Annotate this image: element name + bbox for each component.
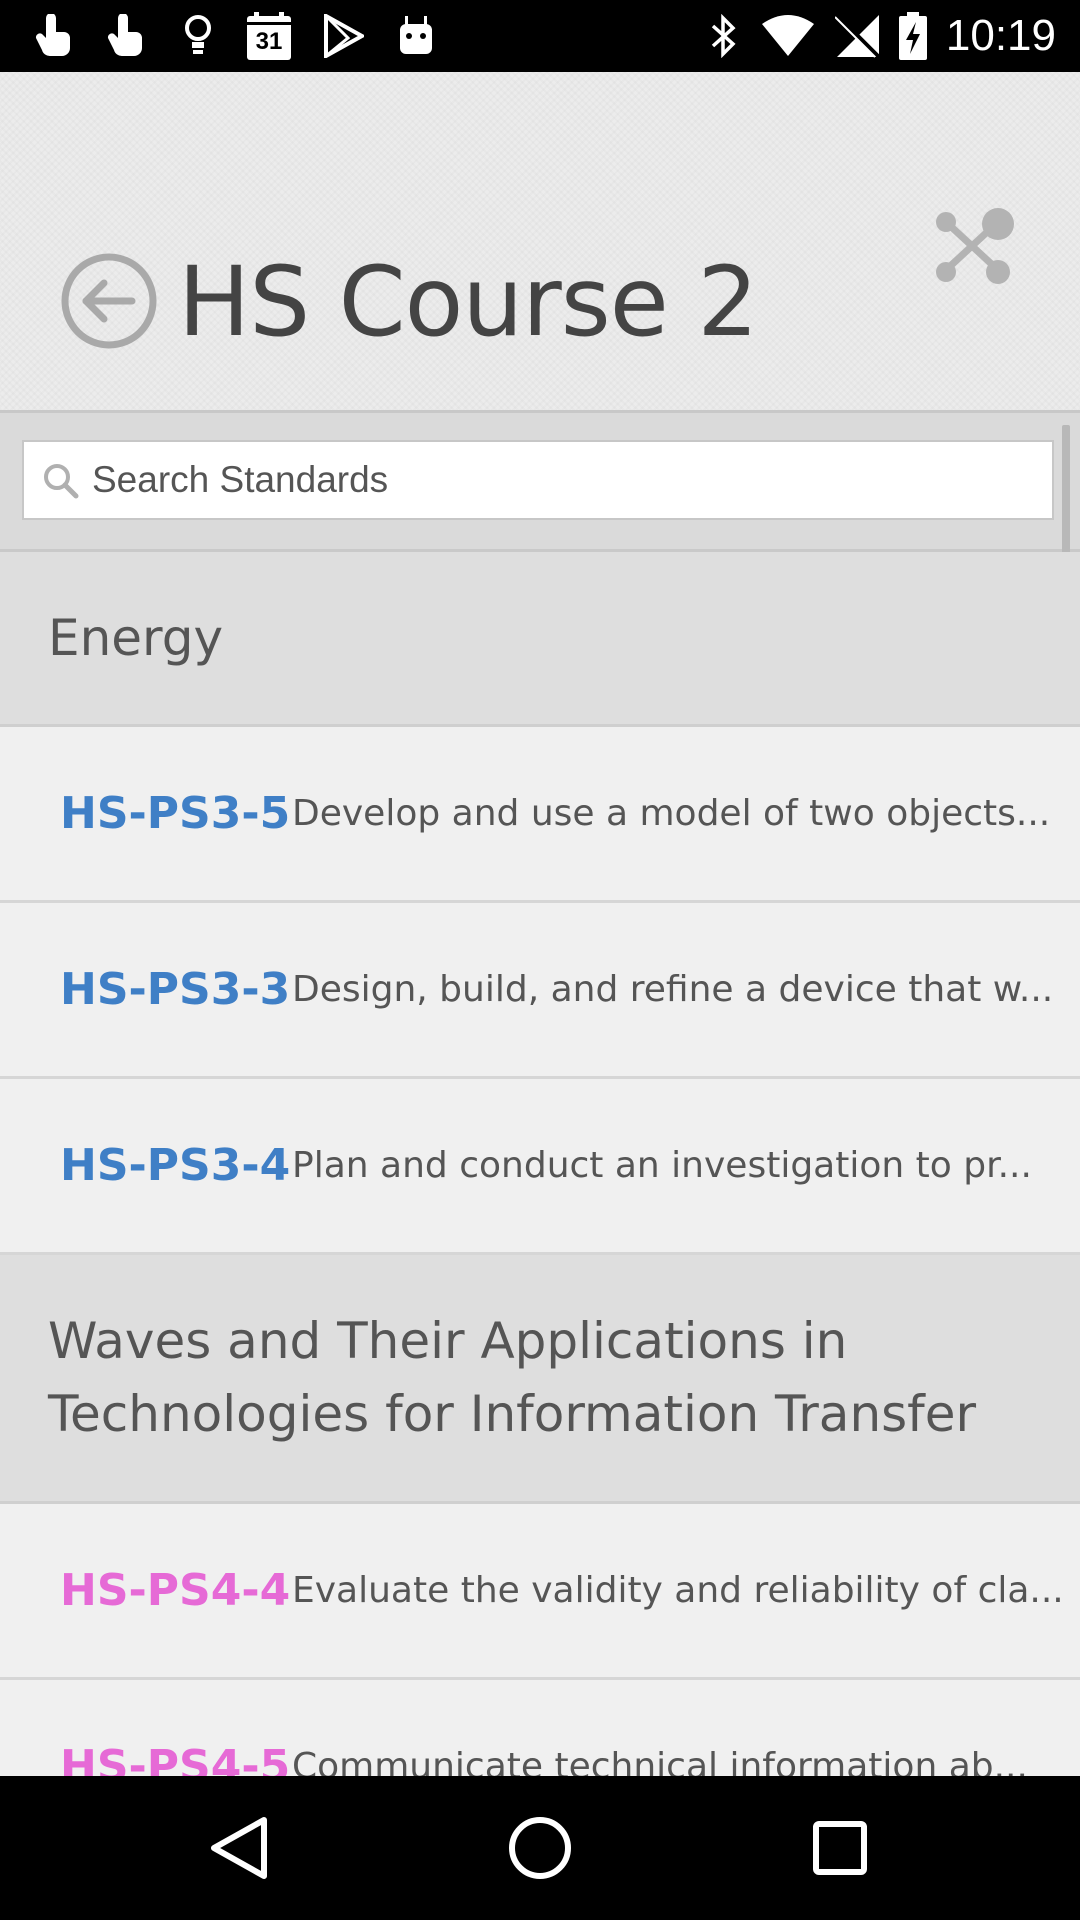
standard-code: HS-PS3-3 — [60, 964, 291, 1015]
search-box[interactable] — [22, 440, 1054, 520]
section-title-line-2: Technologies for Information Transfer — [48, 1385, 977, 1443]
list-item[interactable]: HS-PS4-4 Evaluate the validity and relia… — [0, 1504, 1080, 1680]
status-time: 10:19 — [945, 11, 1056, 60]
search-bar — [0, 413, 1080, 552]
standard-description: Develop and use a model of two objects..… — [292, 793, 1051, 834]
standard-description: Evaluate the validity and reliability of… — [292, 1570, 1064, 1611]
lightbulb-icon — [178, 12, 218, 60]
wifi-icon — [760, 12, 816, 60]
page-header: HS Course 2 — [0, 72, 1080, 413]
search-icon — [42, 462, 80, 500]
standard-code: HS-PS3-5 — [60, 788, 291, 839]
standard-code: HS-PS3-4 — [60, 1140, 291, 1191]
section-header-waves: Waves and Their Applications in Technolo… — [0, 1255, 1080, 1504]
battery-charging-icon — [896, 12, 930, 60]
android-icon — [394, 12, 438, 60]
status-bar: 31 10:19 — [0, 0, 1080, 72]
calendar-icon: 31 — [246, 12, 292, 60]
calendar-day: 31 — [255, 28, 283, 55]
navigation-bar — [0, 1776, 1080, 1920]
play-store-icon — [322, 12, 366, 60]
standard-description: Design, build, and refine a device that … — [292, 969, 1054, 1010]
share-icon[interactable] — [930, 202, 1020, 292]
list-item[interactable]: HS-PS3-5 Develop and use a model of two … — [0, 727, 1080, 903]
standard-code: HS-PS4-5 — [60, 1741, 291, 1776]
list-item[interactable]: HS-PS3-3 Design, build, and refine a dev… — [0, 903, 1080, 1079]
back-triangle-icon[interactable] — [204, 1812, 276, 1884]
bluetooth-icon — [706, 12, 742, 60]
section-title-line-1: Waves and Their Applications in — [48, 1312, 848, 1370]
touch-icon — [30, 12, 74, 60]
back-arrow-icon[interactable] — [60, 252, 158, 350]
search-input[interactable] — [92, 442, 1032, 518]
standard-code: HS-PS4-4 — [60, 1565, 291, 1616]
list-item[interactable]: HS-PS4-5 Communicate technical informati… — [0, 1680, 1080, 1776]
section-title: Energy — [48, 609, 224, 667]
recents-square-icon[interactable] — [804, 1812, 876, 1884]
list-item[interactable]: HS-PS3-4 Plan and conduct an investigati… — [0, 1079, 1080, 1255]
no-signal-icon — [834, 12, 882, 60]
section-header-energy: Energy — [0, 552, 1080, 727]
touch-icon — [102, 12, 146, 60]
standard-description: Plan and conduct an investigation to pr.… — [292, 1145, 1032, 1186]
standard-description: Communicate technical information ab... — [292, 1746, 1028, 1776]
home-circle-icon[interactable] — [504, 1812, 576, 1884]
standards-list: Energy HS-PS3-5 Develop and use a model … — [0, 552, 1080, 1776]
page-title: HS Course 2 — [178, 246, 758, 358]
